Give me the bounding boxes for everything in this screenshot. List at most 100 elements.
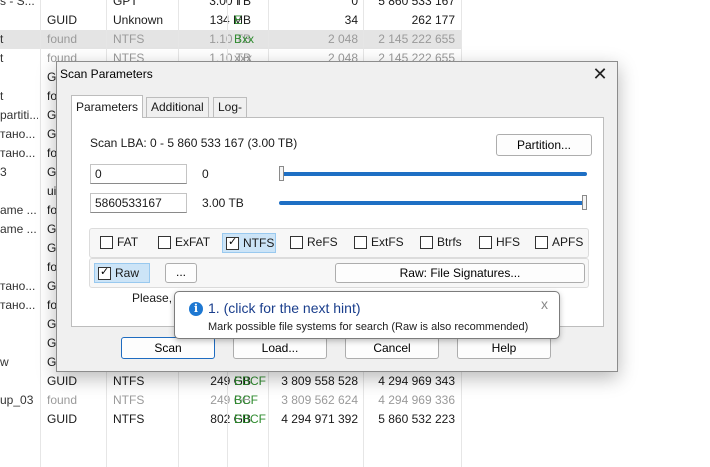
table-cell-name: тано... xyxy=(0,127,36,141)
tab-log-file[interactable]: Log-file xyxy=(213,97,248,133)
checkbox-box xyxy=(98,265,111,280)
checkbox-box xyxy=(226,235,239,250)
table-cell-name: w xyxy=(0,355,9,369)
table-cell-name: up_03 xyxy=(0,393,34,407)
table-cell-state: NTFS xyxy=(113,412,145,426)
table-cell-type: G xyxy=(47,241,57,255)
checkbox-label: APFS xyxy=(552,235,584,249)
table-cell-name: partiti... xyxy=(0,108,38,122)
close-icon[interactable]: ✕ xyxy=(591,65,609,83)
table-cell-type: found xyxy=(47,32,78,46)
table-cell-state: NTFS xyxy=(113,393,145,407)
raw-label: Raw xyxy=(115,266,140,280)
checkbox-label: NTFS xyxy=(243,236,275,250)
dialog-title: Scan Parameters xyxy=(60,67,153,81)
start-lba-input[interactable]: 0 xyxy=(90,164,187,184)
checkbox-label: ExtFS xyxy=(371,235,404,249)
end-slider[interactable] xyxy=(279,193,587,213)
checkbox-label: Btrfs xyxy=(437,235,462,249)
table-cell-type: GUID xyxy=(47,374,77,388)
slider-track xyxy=(279,201,587,205)
help-button[interactable]: Help xyxy=(457,337,551,359)
table-cell-type: G xyxy=(47,222,57,236)
checkbox-ntfs[interactable]: NTFS xyxy=(222,233,276,253)
start-size-label: 0 xyxy=(202,167,209,181)
table-row[interactable]: GUID Unknown 134 MB E 34 262 177 xyxy=(0,11,462,30)
table-cell-type: G xyxy=(47,317,57,331)
filesystem-checkbox-group: FAT ExFAT NTFS ReFS ExtFS Btrfs HFS APFS xyxy=(89,228,589,258)
table-row[interactable]: up_03 found NTFS 249 GB BCF 3 809 562 624 4 29… xyxy=(0,391,462,410)
table-cell-s1: 2 048 xyxy=(327,32,358,46)
scan-lba-text: Scan LBA: 0 - 5 860 533 167 (3.00 TB) xyxy=(90,136,298,150)
table-cell-type: G xyxy=(47,108,57,122)
table-cell-type: G xyxy=(47,127,57,141)
table-cell-name: тано... xyxy=(0,298,36,312)
table-cell-ft: E xyxy=(234,13,243,27)
hint-title[interactable]: 1. (click for the next hint) xyxy=(208,300,361,316)
table-cell-s2: 4 294 969 336 xyxy=(378,393,455,407)
table-cell-ft: T xyxy=(234,0,242,8)
checkbox-box xyxy=(479,236,492,249)
checkbox-box xyxy=(158,236,171,249)
table-cell-name: t xyxy=(0,89,4,103)
hint-balloon[interactable]: i 1. (click for the next hint) Mark poss… xyxy=(174,291,560,339)
table-cell-ft: EBCF xyxy=(234,412,267,426)
info-icon: i xyxy=(189,302,203,316)
table-cell-type: ui xyxy=(47,184,57,198)
start-slider[interactable] xyxy=(279,164,587,184)
checkbox-label: FAT xyxy=(117,235,139,249)
load-button[interactable]: Load... xyxy=(233,337,327,359)
info-text: Please, r xyxy=(132,291,180,305)
cancel-button[interactable]: Cancel xyxy=(345,337,439,359)
tab-additional[interactable]: Additional xyxy=(146,97,209,117)
hint-text: Mark possible file systems for search (R… xyxy=(208,321,529,333)
table-cell-s1: 3 809 562 624 xyxy=(281,393,358,407)
table-cell-type: G xyxy=(47,336,57,350)
table-cell-state: Unknown xyxy=(113,13,164,27)
table-row[interactable]: t found NTFS 1.10 TB Bxx 2 048 2 145 222 655 xyxy=(0,30,462,49)
table-cell-name: s - S... xyxy=(0,0,35,8)
table-cell-state: NTFS xyxy=(113,32,145,46)
table-cell-type: GUID xyxy=(47,412,77,426)
table-cell-ft: BCF xyxy=(234,393,258,407)
table-cell-s1: 4 294 971 392 xyxy=(281,412,358,426)
scan-button[interactable]: Scan xyxy=(121,337,215,359)
tab-parameters[interactable]: Parameters xyxy=(71,95,144,118)
table-cell-name: тано... xyxy=(0,146,36,160)
slider-track xyxy=(279,172,587,176)
table-cell-type: found xyxy=(47,393,78,407)
table-row[interactable]: GUID NTFS 249 GB EBCF 3 809 558 528 4 294 969… xyxy=(0,372,462,391)
table-row[interactable]: s - S... GPT 3.00 TB T 0 5 860 533 167 xyxy=(0,0,462,11)
table-cell-type: G xyxy=(47,70,57,84)
table-cell-name: ame ... xyxy=(0,222,37,236)
checkbox-box xyxy=(100,236,113,249)
table-cell-state: NTFS xyxy=(113,374,145,388)
table-cell-s2: 262 177 xyxy=(411,13,455,27)
checkbox-box xyxy=(535,236,548,249)
raw-options-button[interactable]: ... xyxy=(165,263,197,283)
table-cell-s1: 34 xyxy=(344,13,358,27)
table-cell-s2: 2 145 222 655 xyxy=(378,32,455,46)
table-cell-s2: 5 860 532 223 xyxy=(378,412,455,426)
checkbox-box xyxy=(354,236,367,249)
checkbox-label: ReFS xyxy=(307,235,338,249)
table-cell-s1: 0 xyxy=(351,0,358,8)
table-cell-name: 3 xyxy=(0,165,7,179)
slider-thumb[interactable] xyxy=(279,166,284,181)
table-cell-name: ame ... xyxy=(0,203,37,217)
table-cell-type: GUID xyxy=(47,13,77,27)
end-lba-input[interactable]: 5860533167 xyxy=(90,193,187,213)
raw-checkbox[interactable]: Raw xyxy=(94,263,150,283)
table-cell-name: t xyxy=(0,32,4,46)
partition-button[interactable]: Partition... xyxy=(496,134,592,156)
table-row[interactable]: GUID NTFS 802 GB EBCF 4 294 971 392 5 860 532… xyxy=(0,410,462,429)
table-cell-s2: 5 860 533 167 xyxy=(378,0,455,8)
hint-close-icon[interactable]: x xyxy=(541,296,548,312)
table-cell-name: тано... xyxy=(0,279,36,293)
checkbox-box xyxy=(290,236,303,249)
checkbox-label: ExFAT xyxy=(175,235,211,249)
checkbox-label: HFS xyxy=(496,235,520,249)
file-signatures-button[interactable]: Raw: File Signatures... xyxy=(335,263,585,283)
checkbox-box xyxy=(420,236,433,249)
slider-thumb[interactable] xyxy=(582,195,587,210)
